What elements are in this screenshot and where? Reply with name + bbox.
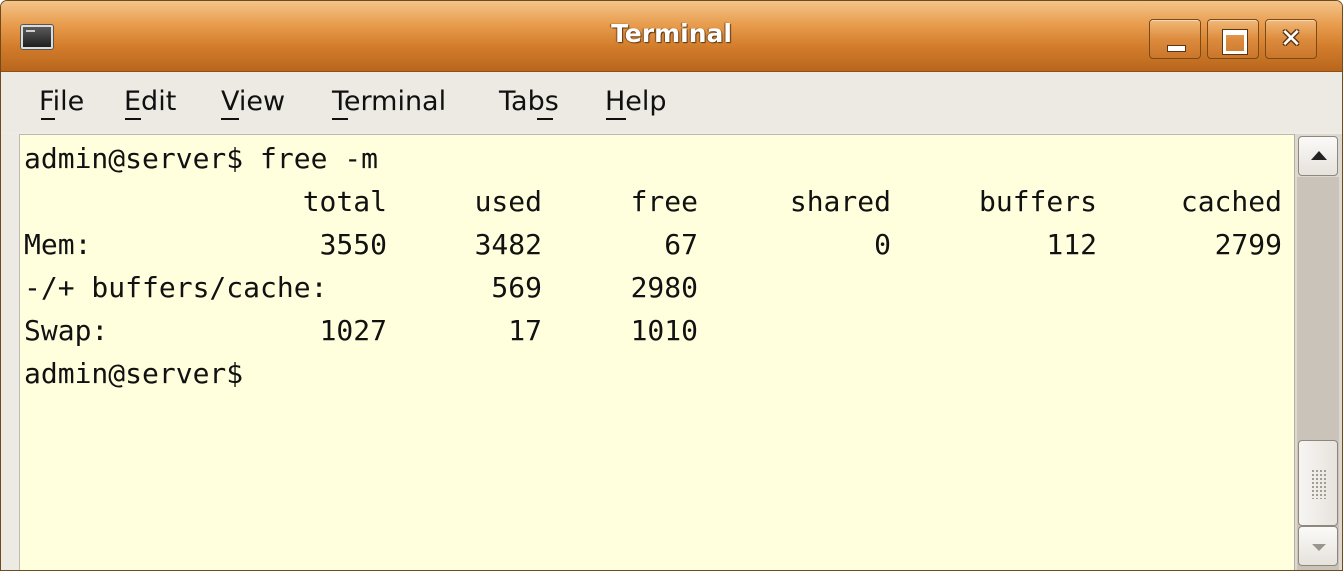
maximize-icon	[1222, 29, 1248, 55]
row-label-buffers-cache: -/+ buffers/cache:	[24, 271, 328, 304]
buffers-cache-free: 2980	[630, 271, 698, 304]
swap-used: 17	[508, 314, 542, 347]
row-label-mem: Mem:	[24, 228, 92, 261]
mnemonic-underline	[125, 118, 141, 120]
swap-total: 1027	[319, 314, 387, 347]
swap-free: 1010	[630, 314, 698, 347]
menu-bar: File Edit View Terminal Tabs Help	[1, 72, 1342, 132]
close-button[interactable]: ✕	[1265, 19, 1317, 59]
mem-total: 3550	[319, 228, 387, 261]
menu-terminal[interactable]: Terminal	[332, 86, 446, 118]
arrow-down-icon	[1312, 544, 1326, 551]
row-label-swap: Swap:	[24, 314, 109, 347]
scrollbar-thumb[interactable]	[1298, 440, 1338, 526]
mnemonic-underline	[332, 118, 348, 120]
command-line: admin@server$ free -m	[24, 142, 379, 175]
menu-view[interactable]: View	[221, 86, 285, 118]
close-icon: ✕	[1280, 24, 1302, 54]
mem-used: 3482	[474, 228, 542, 261]
mem-cached: 2799	[1214, 228, 1282, 261]
shell-prompt: admin@server$	[24, 357, 244, 390]
minimize-button[interactable]	[1149, 19, 1201, 59]
minimize-icon	[1167, 45, 1186, 52]
mnemonic-underline	[537, 118, 553, 120]
arrow-up-icon	[1311, 151, 1327, 160]
mnemonic-underline	[41, 118, 55, 120]
terminal-window: Terminal ✕ File Edit View Terminal Tabs …	[0, 0, 1343, 571]
title-bar[interactable]: Terminal ✕	[1, 1, 1342, 72]
terminal-output-area[interactable]: admin@server$ free -m total used free sh…	[19, 134, 1294, 570]
menu-help[interactable]: Help	[605, 86, 667, 118]
column-header-buffers: buffers	[978, 185, 1097, 218]
mnemonic-underline	[221, 118, 239, 120]
menu-file[interactable]: File	[39, 86, 84, 118]
scroll-down-button[interactable]	[1298, 526, 1338, 566]
mem-shared: 0	[874, 228, 891, 261]
menu-edit[interactable]: Edit	[124, 86, 176, 118]
column-header-cached: cached	[1180, 185, 1282, 218]
scroll-up-button[interactable]	[1298, 136, 1338, 176]
maximize-button[interactable]	[1207, 19, 1259, 59]
column-header-shared: shared	[789, 185, 891, 218]
left-border	[1, 134, 19, 570]
vertical-scrollbar[interactable]	[1294, 134, 1342, 570]
mem-buffers: 112	[1046, 228, 1097, 261]
mnemonic-underline	[606, 118, 626, 120]
mem-free: 67	[664, 228, 698, 261]
column-header-used: used	[474, 185, 542, 218]
menu-tabs[interactable]: Tabs	[499, 86, 559, 118]
column-header-total: total	[302, 185, 387, 218]
grip-icon	[1311, 469, 1327, 499]
window-title: Terminal	[611, 19, 732, 48]
buffers-cache-used: 569	[491, 271, 542, 304]
column-header-free: free	[630, 185, 698, 218]
